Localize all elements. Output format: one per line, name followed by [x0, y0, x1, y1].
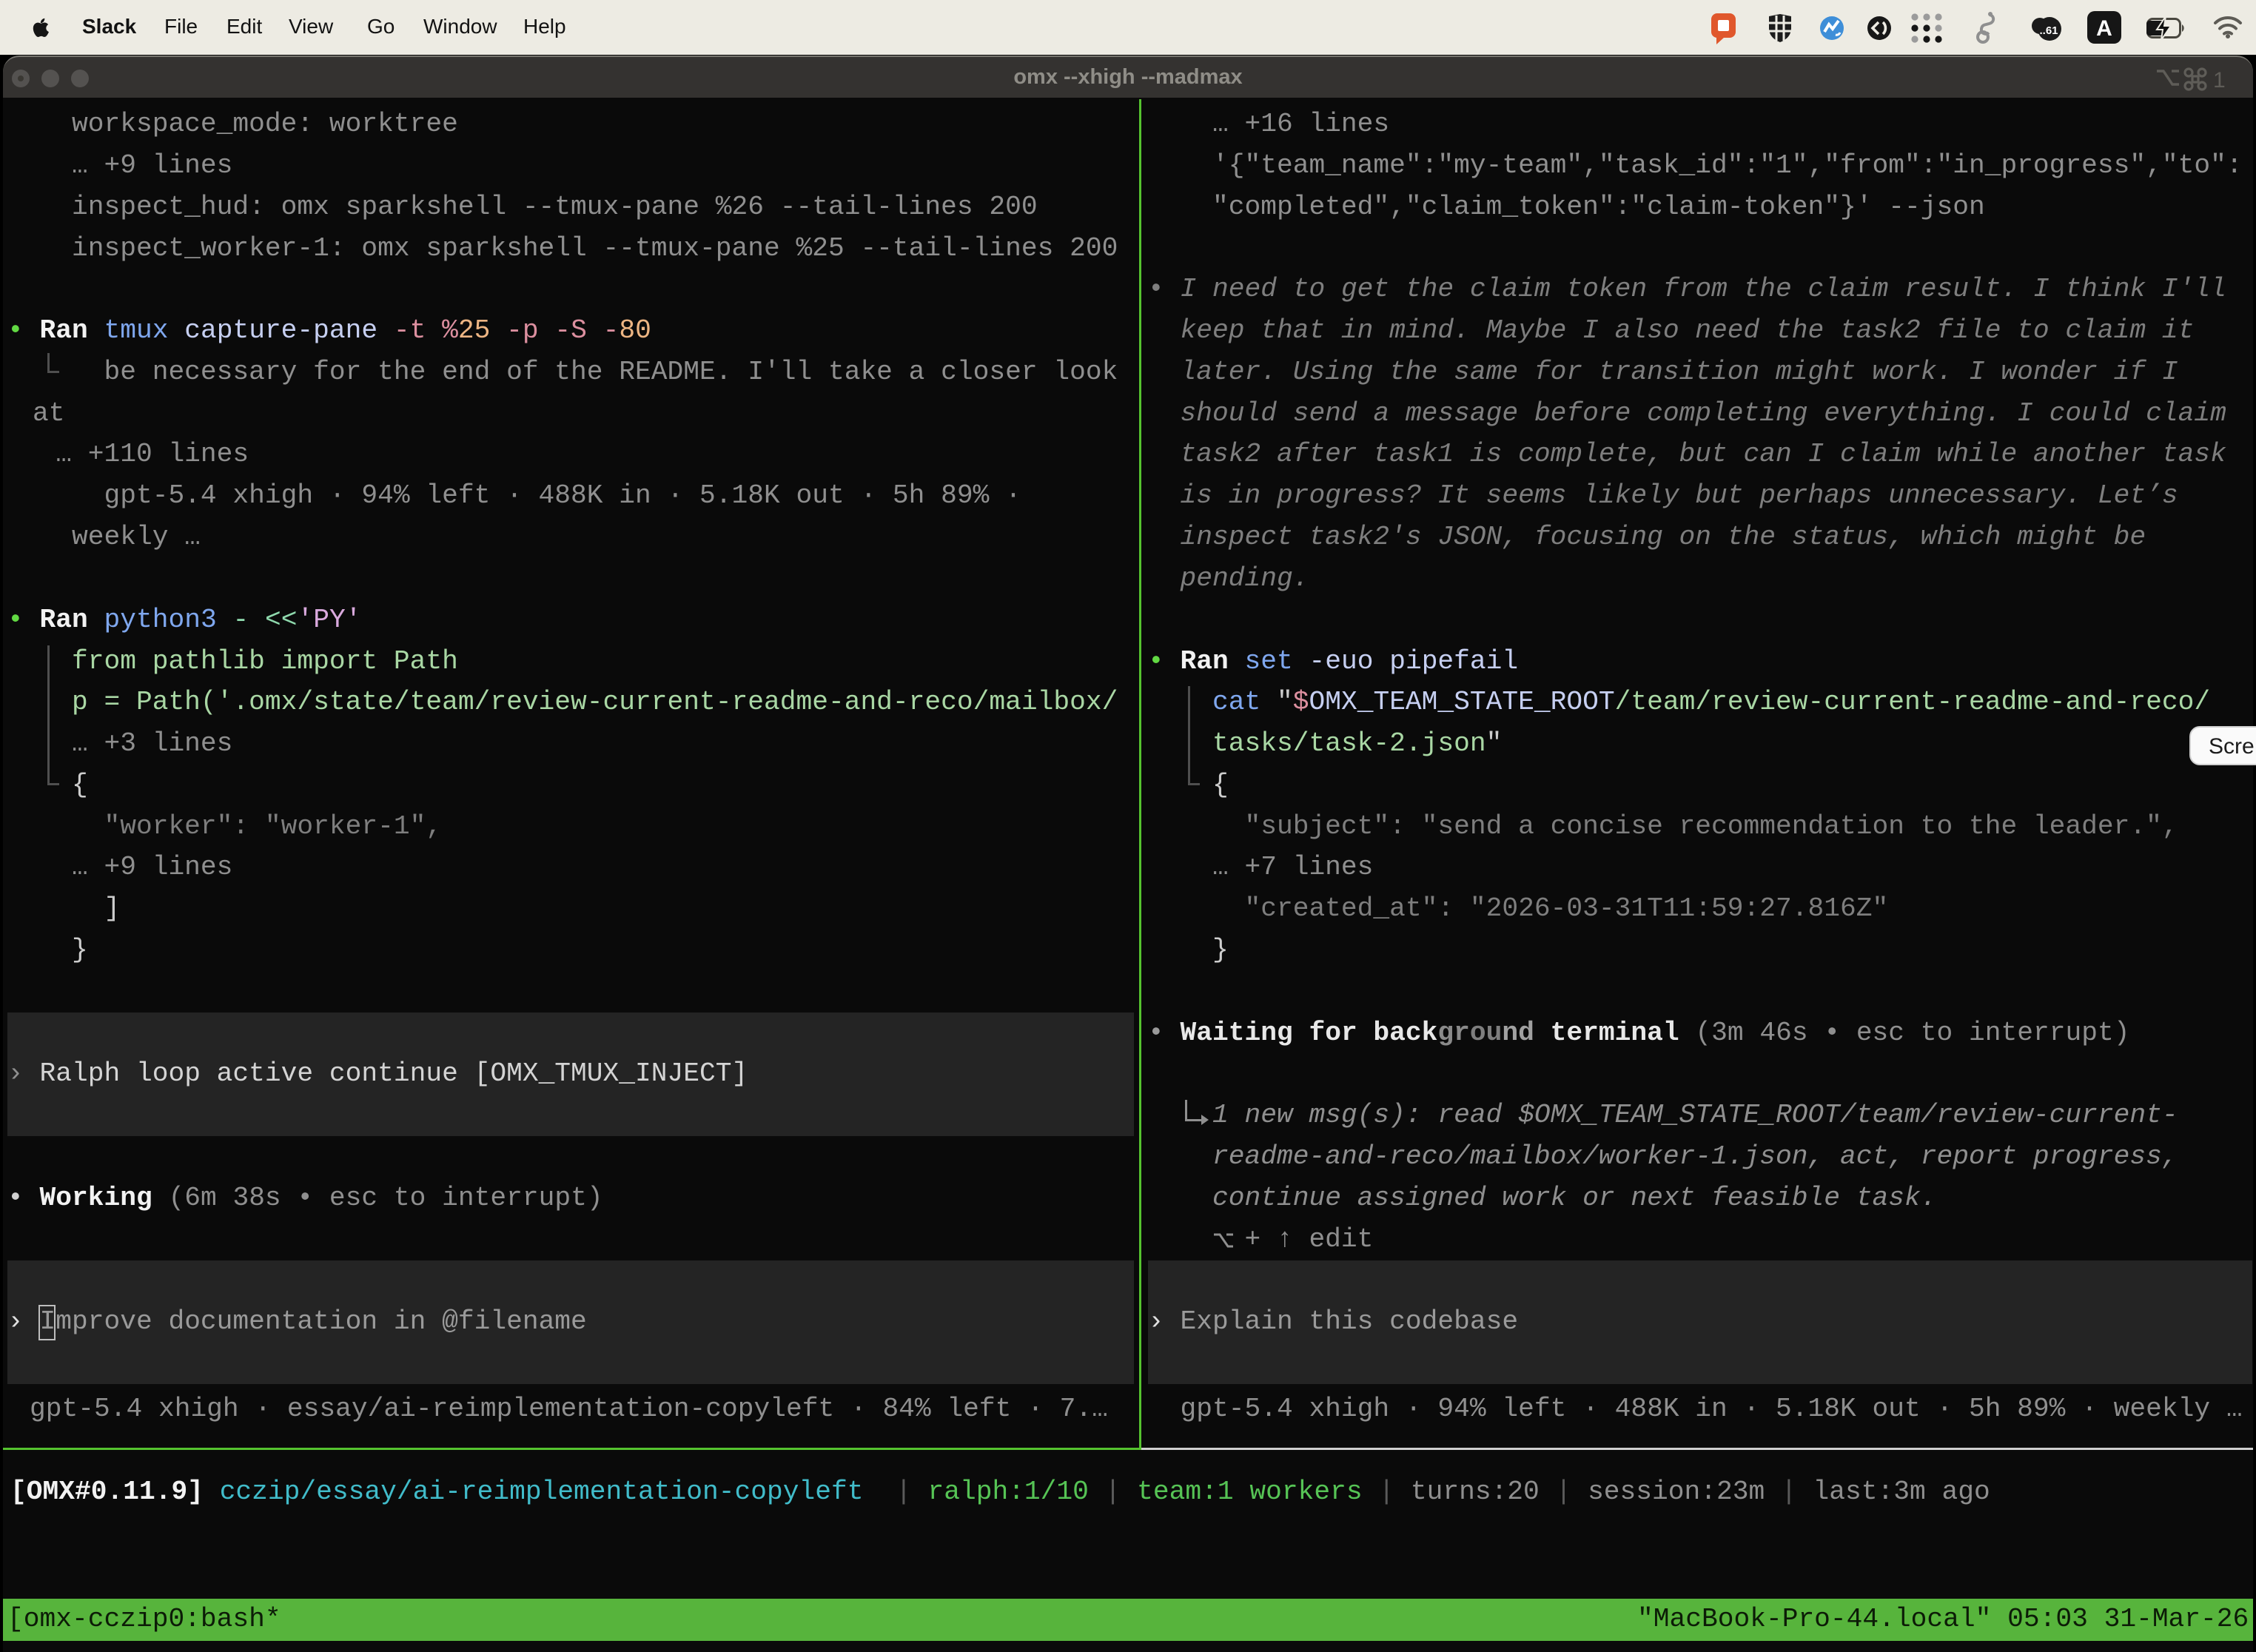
svg-text:1: 1 — [2213, 68, 2226, 91]
svg-text:..61: ..61 — [2039, 24, 2058, 37]
